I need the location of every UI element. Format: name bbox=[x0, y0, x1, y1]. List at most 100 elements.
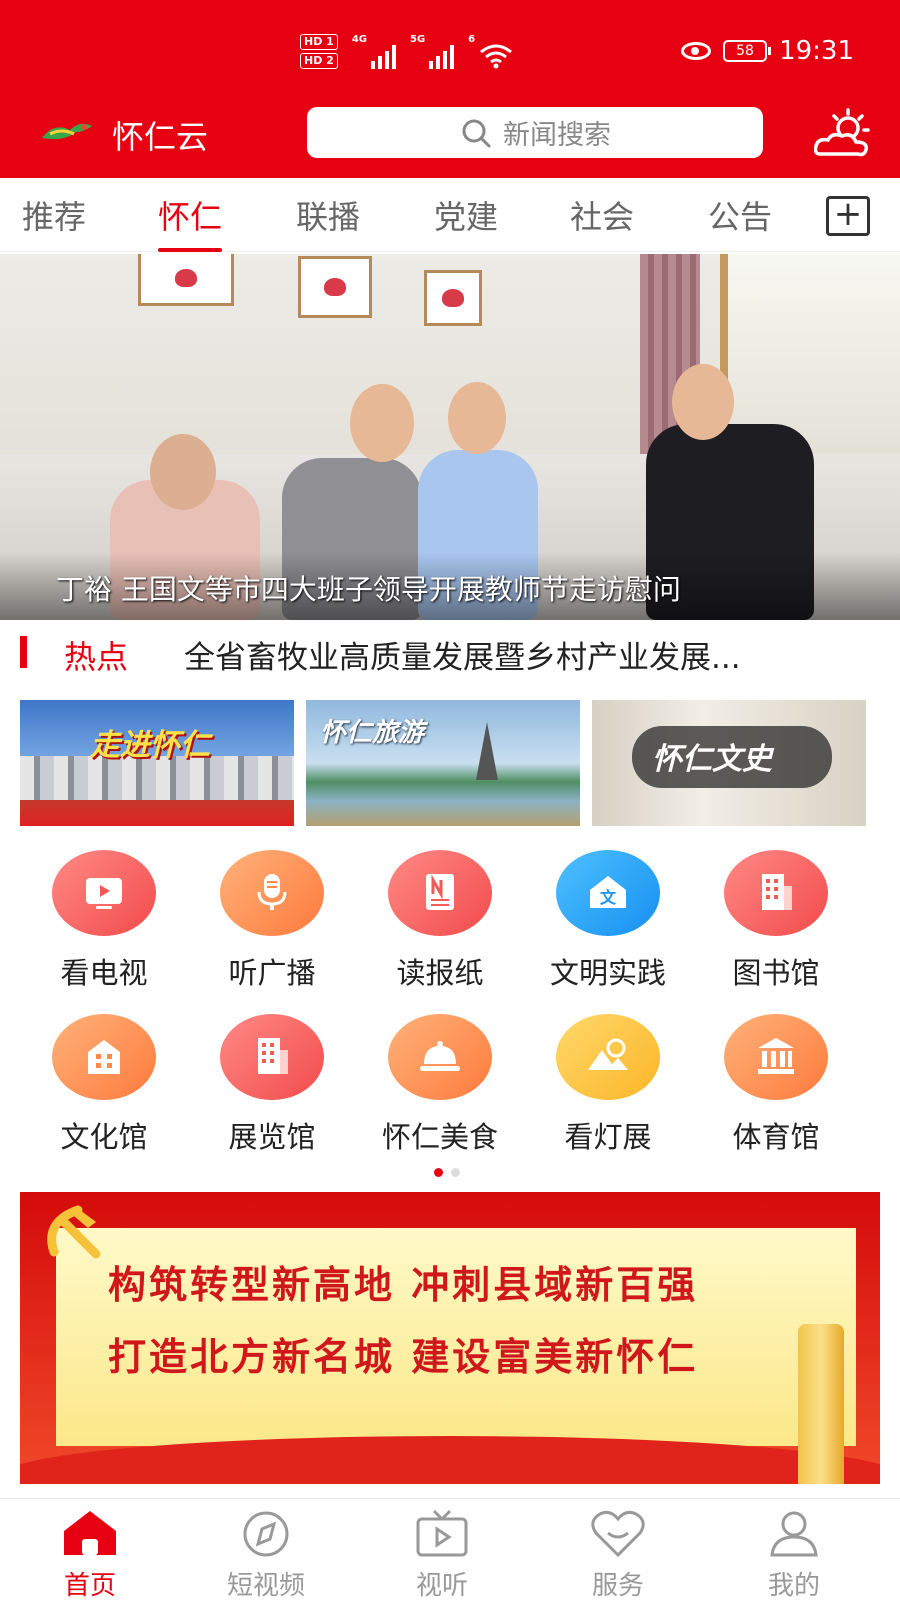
library-building-icon bbox=[762, 874, 792, 910]
category-tabs: 推荐 怀仁 联播 党建 社会 公告 bbox=[0, 178, 900, 252]
nav-label: 视听 bbox=[415, 1571, 468, 1600]
service-circle: 文 bbox=[556, 850, 660, 936]
tab-shehui[interactable]: 社会 bbox=[570, 192, 634, 238]
tab-lianbo[interactable]: 联播 bbox=[296, 192, 360, 238]
battery-icon: 58 bbox=[723, 40, 772, 62]
service-label: 文明实践 bbox=[549, 956, 666, 990]
tab-label: 怀仁 bbox=[158, 198, 223, 236]
wall-frame bbox=[138, 254, 234, 306]
app-name: 怀仁云 bbox=[112, 118, 209, 156]
app-logo-icon bbox=[42, 123, 92, 140]
headline-banner[interactable]: 丁裕 王国文等市四大班子领导开展教师节走访慰问 bbox=[0, 254, 900, 620]
search-placeholder: 新闻搜索 bbox=[503, 120, 611, 151]
service-circle bbox=[52, 850, 156, 936]
tab-label: 公告 bbox=[708, 198, 773, 236]
service-label: 听广播 bbox=[228, 956, 316, 990]
service-label: 文化馆 bbox=[60, 1120, 148, 1154]
service-culture-house[interactable]: 文化馆 bbox=[18, 1014, 190, 1164]
tab-label: 推荐 bbox=[22, 198, 87, 236]
culture-house-icon bbox=[88, 1040, 120, 1074]
service-label: 图书馆 bbox=[732, 956, 820, 990]
thumb-history[interactable]: 怀仁文史 bbox=[592, 700, 866, 826]
civilization-icon: 文 bbox=[590, 876, 626, 908]
compass-icon bbox=[243, 1511, 289, 1557]
exhibition-building-icon bbox=[258, 1038, 288, 1074]
search-icon bbox=[462, 119, 491, 147]
service-label: 展览馆 bbox=[228, 1120, 316, 1154]
hot-label: 热点 bbox=[64, 638, 129, 676]
svg-text:文: 文 bbox=[600, 888, 617, 907]
service-civilization[interactable]: 文 文明实践 bbox=[522, 850, 694, 1000]
active-tab-underline bbox=[158, 248, 223, 252]
wifi-icon bbox=[480, 44, 513, 69]
service-circle bbox=[220, 1014, 324, 1100]
service-watch-tv[interactable]: 看电视 bbox=[18, 850, 190, 1000]
pager-dot-active[interactable] bbox=[434, 1168, 443, 1177]
nav-home[interactable]: 首页 bbox=[0, 1499, 180, 1600]
nav-services[interactable]: 服务 bbox=[528, 1499, 708, 1600]
grid-pager bbox=[434, 1168, 460, 1177]
service-label: 怀仁美食 bbox=[381, 1120, 498, 1154]
hot-headline: 全省畜牧业高质量发展暨乡村产业发展... bbox=[184, 640, 741, 676]
service-exhibition[interactable]: 展览馆 bbox=[186, 1014, 358, 1164]
service-label: 读报纸 bbox=[396, 956, 484, 990]
home-icon bbox=[64, 1511, 116, 1555]
lantern-landscape-icon bbox=[588, 1038, 628, 1070]
service-lantern-show[interactable]: 看灯展 bbox=[522, 1014, 694, 1164]
hot-accent-bar bbox=[20, 636, 27, 668]
service-label: 看灯展 bbox=[564, 1120, 652, 1154]
thumb-zoujin[interactable]: 走进怀仁 bbox=[20, 700, 294, 826]
signal1-icon bbox=[371, 43, 396, 69]
service-label: 看电视 bbox=[60, 956, 148, 990]
wall-frame bbox=[298, 256, 372, 318]
microphone-icon bbox=[257, 874, 287, 910]
tab-dangjian[interactable]: 党建 bbox=[434, 192, 498, 238]
tv-icon bbox=[86, 878, 122, 909]
weather-icon[interactable] bbox=[814, 108, 874, 160]
person-head bbox=[672, 364, 734, 440]
slogan-line-1: 构筑转型新高地 冲刺县域新百强 bbox=[108, 1263, 699, 1307]
service-newspaper[interactable]: 读报纸 bbox=[354, 850, 526, 1000]
thumb-title: 怀仁文史 bbox=[652, 742, 772, 777]
nav-short-video[interactable]: 短视频 bbox=[176, 1499, 356, 1600]
service-circle bbox=[556, 1014, 660, 1100]
user-icon bbox=[770, 1511, 818, 1557]
tab-huairen[interactable]: 怀仁 bbox=[158, 192, 223, 252]
tab-label: 社会 bbox=[570, 198, 635, 236]
net1-label: 4G bbox=[351, 34, 367, 45]
service-circle bbox=[724, 1014, 828, 1100]
hd1-badge: HD 1 bbox=[300, 34, 338, 50]
hd2-badge: HD 2 bbox=[300, 53, 338, 69]
thumb-title: 怀仁旅游 bbox=[320, 718, 425, 748]
service-circle bbox=[388, 850, 492, 936]
person-head bbox=[350, 384, 414, 462]
service-library[interactable]: 图书馆 bbox=[690, 850, 862, 1000]
tab-gonggao[interactable]: 公告 bbox=[708, 192, 772, 238]
nav-mine[interactable]: 我的 bbox=[704, 1499, 884, 1600]
status-bar: HD 1 HD 2 4G 5G 6 58 19:31 bbox=[0, 0, 900, 104]
nav-audio-visual[interactable]: 视听 bbox=[352, 1499, 532, 1600]
nav-label: 我的 bbox=[767, 1571, 820, 1600]
service-stadium[interactable]: 体育馆 bbox=[690, 1014, 862, 1164]
service-radio[interactable]: 听广播 bbox=[186, 850, 358, 1000]
hd-indicators: HD 1 HD 2 bbox=[300, 34, 338, 69]
stadium-icon bbox=[758, 1038, 794, 1074]
slogan-banner[interactable]: 构筑转型新高地 冲刺县域新百强 打造北方新名城 建设富美新怀仁 bbox=[20, 1192, 880, 1484]
thumb-title: 走进怀仁 bbox=[90, 728, 210, 763]
banner-caption: 丁裕 王国文等市四大班子领导开展教师节走访慰问 bbox=[0, 552, 900, 620]
wifi-label: 6 bbox=[468, 34, 476, 45]
service-circle bbox=[724, 850, 828, 936]
wall-frame bbox=[424, 270, 482, 326]
add-tab-button[interactable]: + bbox=[826, 196, 870, 236]
service-food[interactable]: 怀仁美食 bbox=[354, 1014, 526, 1164]
status-right: 58 19:31 bbox=[681, 36, 854, 66]
slogan-line-2: 打造北方新名城 建设富美新怀仁 bbox=[108, 1335, 699, 1379]
heart-icon bbox=[591, 1510, 645, 1558]
tab-label: 联播 bbox=[296, 198, 361, 236]
pager-dot[interactable] bbox=[451, 1168, 460, 1177]
search-box[interactable]: 新闻搜索 bbox=[307, 107, 763, 158]
hot-news-ticker[interactable]: 热点 全省畜牧业高质量发展暨乡村产业发展... bbox=[0, 620, 900, 684]
thumb-travel[interactable]: 怀仁旅游 bbox=[306, 700, 580, 826]
tab-tuijian[interactable]: 推荐 bbox=[22, 192, 86, 238]
clock: 19:31 bbox=[779, 36, 854, 66]
